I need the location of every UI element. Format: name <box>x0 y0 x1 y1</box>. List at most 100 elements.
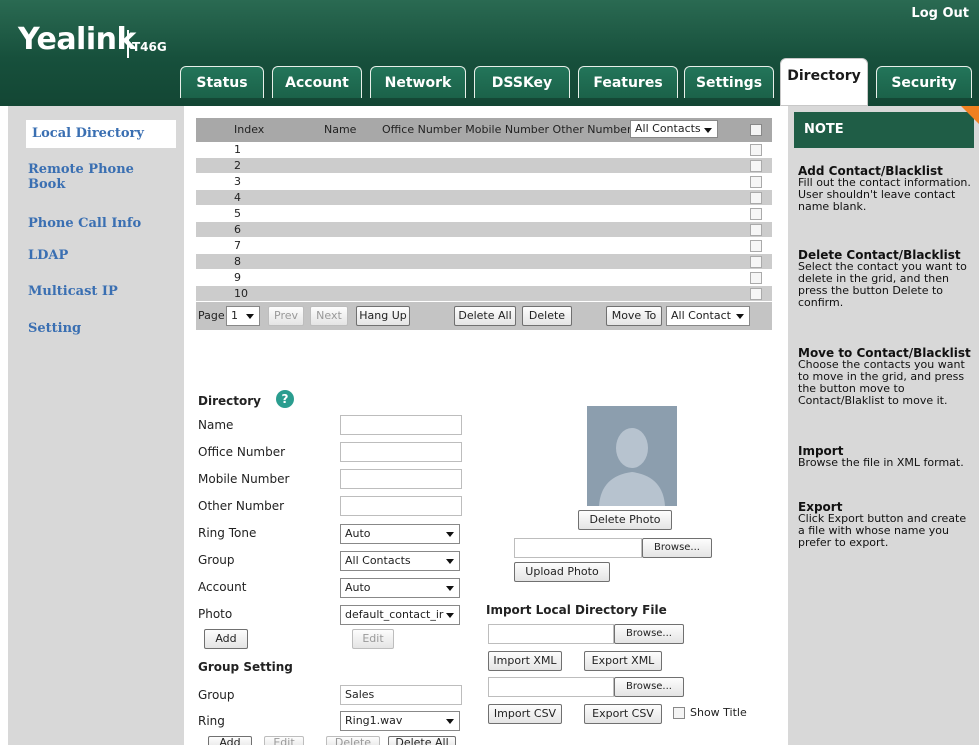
tab-account[interactable]: Account <box>272 66 362 98</box>
export-csv-button[interactable]: Export CSV <box>584 704 662 724</box>
photo-file-path[interactable] <box>514 538 642 558</box>
contact-photo-preview <box>587 406 677 506</box>
photo-browse-button[interactable]: Browse... <box>642 538 712 558</box>
sidebar-item-multicast-ip[interactable]: Multicast IP <box>28 284 118 299</box>
sidebar-item-phone-call-info[interactable]: Phone Call Info <box>28 216 141 231</box>
row-checkbox[interactable] <box>750 256 762 268</box>
import-xml-button[interactable]: Import XML <box>488 651 562 671</box>
other-number-field[interactable] <box>340 496 462 516</box>
group-ring-select[interactable]: Ring1.wav <box>340 711 460 731</box>
sidebar-item-remote-phone-book[interactable]: Remote Phone Book <box>28 162 138 192</box>
row-index: 9 <box>234 271 241 284</box>
yealink-logo: Yealink <box>18 22 136 57</box>
row-checkbox[interactable] <box>750 272 762 284</box>
help-icon[interactable]: ? <box>276 390 294 408</box>
photo-select[interactable]: default_contact_ir <box>340 605 460 625</box>
import-browse-button-csv[interactable]: Browse... <box>614 677 684 697</box>
note-panel: NOTE Add Contact/Blacklist Fill out the … <box>788 106 979 745</box>
delete-button[interactable]: Delete <box>522 306 572 326</box>
row-checkbox[interactable] <box>750 192 762 204</box>
tab-directory[interactable]: Directory <box>780 58 868 106</box>
row-index: 4 <box>234 191 241 204</box>
row-checkbox[interactable] <box>750 144 762 156</box>
mobile-number-field[interactable] <box>340 469 462 489</box>
header-bar: Yealink T46G Log Out Status Account Netw… <box>0 0 979 106</box>
edit-contact-button[interactable]: Edit <box>352 629 394 649</box>
tab-status[interactable]: Status <box>180 66 264 98</box>
group-setting-ring-label: Ring <box>198 714 225 728</box>
row-checkbox[interactable] <box>750 160 762 172</box>
table-row: 1 <box>196 142 772 157</box>
row-index: 8 <box>234 255 241 268</box>
table-row: 3 <box>196 174 772 189</box>
delete-photo-button[interactable]: Delete Photo <box>578 510 672 530</box>
import-file-path-xml[interactable] <box>488 624 614 644</box>
export-xml-button[interactable]: Export XML <box>584 651 662 671</box>
show-title-checkbox[interactable] <box>673 707 685 719</box>
ring-tone-value: Auto <box>345 527 371 540</box>
table-row: 6 <box>196 222 772 237</box>
add-contact-button[interactable]: Add <box>204 629 248 649</box>
row-checkbox[interactable] <box>750 288 762 300</box>
row-checkbox[interactable] <box>750 224 762 236</box>
sidebar-item-local-directory[interactable]: Local Directory <box>32 126 144 141</box>
select-all-checkbox[interactable] <box>750 124 762 136</box>
note-section-body: Select the contact you want to delete in… <box>798 260 967 309</box>
table-row: 9 <box>196 270 772 285</box>
office-number-field[interactable] <box>340 442 462 462</box>
sidebar-item-ldap[interactable]: LDAP <box>28 248 68 263</box>
table-row: 5 <box>196 206 772 221</box>
row-checkbox[interactable] <box>750 176 762 188</box>
import-file-path-csv[interactable] <box>488 677 614 697</box>
tab-network[interactable]: Network <box>370 66 466 98</box>
logout-link[interactable]: Log Out <box>911 6 969 21</box>
directory-section-title: Directory <box>198 394 261 408</box>
name-field[interactable] <box>340 415 462 435</box>
next-button[interactable]: Next <box>310 306 348 326</box>
row-index: 2 <box>234 159 241 172</box>
move-to-button[interactable]: Move To <box>606 306 662 326</box>
move-target-select[interactable]: All Contact <box>666 306 750 326</box>
row-index: 6 <box>234 223 241 236</box>
ring-tone-select[interactable]: Auto <box>340 524 460 544</box>
upload-photo-button[interactable]: Upload Photo <box>514 562 610 582</box>
import-browse-button-xml[interactable]: Browse... <box>614 624 684 644</box>
delete-group-button[interactable]: Delete <box>326 736 380 745</box>
account-select[interactable]: Auto <box>340 578 460 598</box>
hang-up-button[interactable]: Hang Up <box>356 306 410 326</box>
row-index: 7 <box>234 239 241 252</box>
column-numbers: Office Number Mobile Number Other Number <box>382 123 632 136</box>
name-label: Name <box>198 418 234 432</box>
row-index: 5 <box>234 207 241 220</box>
tab-security[interactable]: Security <box>876 66 972 98</box>
contact-filter-select[interactable]: All Contacts <box>630 120 718 138</box>
chevron-down-icon <box>446 532 454 537</box>
tab-dsskey[interactable]: DSSKey <box>474 66 570 98</box>
left-sidebar: Local Directory Remote Phone Book Phone … <box>8 106 184 745</box>
row-checkbox[interactable] <box>750 240 762 252</box>
table-row: 8 <box>196 254 772 269</box>
delete-all-button[interactable]: Delete All <box>454 306 516 326</box>
note-section-body: Browse the file in XML format. <box>798 456 964 469</box>
group-name-field[interactable]: Sales <box>340 685 462 705</box>
phone-model-label: T46G <box>132 40 167 54</box>
chevron-down-icon <box>704 128 712 133</box>
group-select[interactable]: All Contacts <box>340 551 460 571</box>
table-row: 2 <box>196 158 772 173</box>
edit-group-button[interactable]: Edit <box>264 736 304 745</box>
sidebar-item-setting[interactable]: Setting <box>28 321 81 336</box>
import-csv-button[interactable]: Import CSV <box>488 704 562 724</box>
note-section-body: Click Export button and create a file wi… <box>798 512 967 549</box>
ring-tone-label: Ring Tone <box>198 526 257 540</box>
row-checkbox[interactable] <box>750 208 762 220</box>
prev-button[interactable]: Prev <box>268 306 304 326</box>
delete-all-groups-button[interactable]: Delete All <box>388 736 456 745</box>
column-name: Name <box>324 123 357 136</box>
group-value: All Contacts <box>345 554 411 567</box>
tab-settings[interactable]: Settings <box>684 66 774 98</box>
page-select[interactable]: 1 <box>226 306 260 326</box>
chevron-down-icon <box>446 559 454 564</box>
group-setting-title: Group Setting <box>198 660 293 674</box>
add-group-button[interactable]: Add <box>208 736 252 745</box>
tab-features[interactable]: Features <box>578 66 678 98</box>
